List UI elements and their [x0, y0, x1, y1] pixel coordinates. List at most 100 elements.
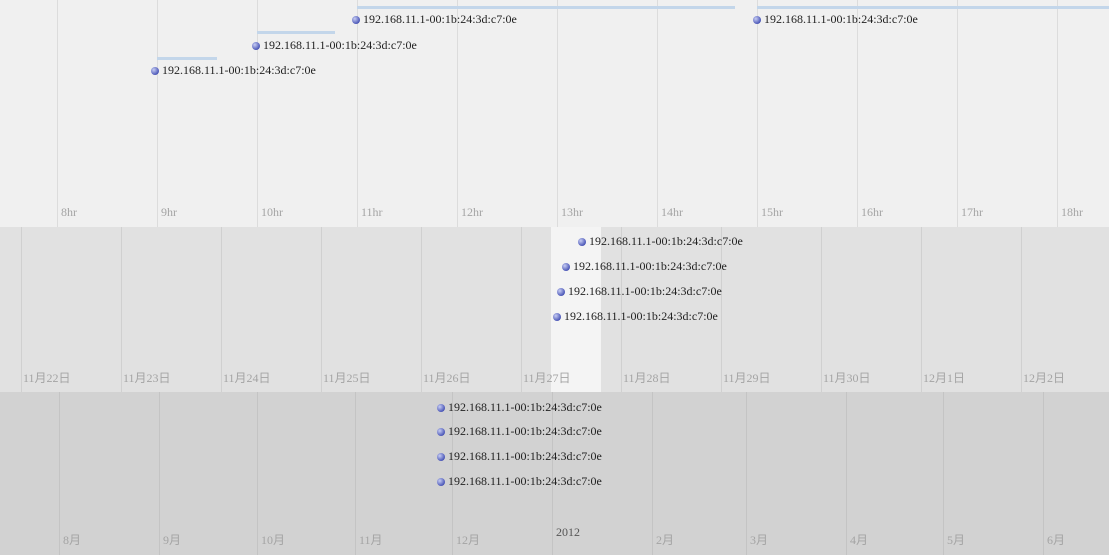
grid-line	[957, 0, 958, 227]
event-dot-icon	[553, 313, 561, 321]
grid-line	[846, 392, 847, 555]
grid-line	[1057, 0, 1058, 227]
timeline-band-hours[interactable]: 8hr 9hr 10hr 11hr 12hr 13hr 14hr 15hr 16…	[0, 0, 1109, 227]
hour-tick-label: 11hr	[361, 205, 383, 219]
grid-line	[59, 392, 60, 555]
event-dot-icon	[437, 478, 445, 486]
hour-tick-label: 17hr	[961, 205, 983, 219]
grid-line	[721, 227, 722, 392]
grid-line	[1021, 227, 1022, 392]
event-duration-bar	[357, 6, 735, 9]
event-dot-icon	[352, 16, 360, 24]
grid-line	[221, 227, 222, 392]
grid-line	[457, 0, 458, 227]
day-tick-label: 11月26日	[423, 371, 471, 385]
hour-tick-label: 12hr	[461, 205, 483, 219]
day-tick-label: 11月27日	[523, 371, 571, 385]
grid-line	[821, 227, 822, 392]
month-tick-label: 8月	[63, 533, 82, 547]
grid-line	[157, 0, 158, 227]
timeline-event[interactable]: 192.168.11.1-00:1b:24:3d:c7:0e	[352, 12, 517, 27]
event-label: 192.168.11.1-00:1b:24:3d:c7:0e	[448, 424, 602, 438]
grid-line	[521, 227, 522, 392]
event-label: 192.168.11.1-00:1b:24:3d:c7:0e	[589, 234, 743, 248]
day-tick-label: 11月29日	[723, 371, 771, 385]
grid-line	[1043, 392, 1044, 555]
month-tick-label: 4月	[850, 533, 869, 547]
event-dot-icon	[753, 16, 761, 24]
grid-line	[857, 0, 858, 227]
timeline-event[interactable]: 192.168.11.1-00:1b:24:3d:c7:0e	[578, 234, 743, 249]
day-tick-label: 12月2日	[1023, 371, 1066, 385]
event-label: 192.168.11.1-00:1b:24:3d:c7:0e	[162, 63, 316, 77]
event-dot-icon	[252, 42, 260, 50]
month-tick-label: 10月	[261, 533, 286, 547]
timeline-event[interactable]: 192.168.11.1-00:1b:24:3d:c7:0e	[437, 400, 602, 415]
grid-line	[746, 392, 747, 555]
event-dot-icon	[437, 428, 445, 436]
event-dot-icon	[578, 238, 586, 246]
hour-tick-label: 18hr	[1061, 205, 1083, 219]
year-label: 2012	[556, 525, 580, 539]
hour-tick-label: 13hr	[561, 205, 583, 219]
event-label: 192.168.11.1-00:1b:24:3d:c7:0e	[448, 400, 602, 414]
grid-line	[943, 392, 944, 555]
event-label: 192.168.11.1-00:1b:24:3d:c7:0e	[448, 449, 602, 463]
hour-tick-label: 14hr	[661, 205, 683, 219]
timeline-event[interactable]: 192.168.11.1-00:1b:24:3d:c7:0e	[151, 63, 316, 78]
day-tick-label: 11月25日	[323, 371, 371, 385]
grid-line	[421, 227, 422, 392]
month-tick-label: 5月	[947, 533, 966, 547]
event-duration-bar	[257, 31, 335, 34]
timeline-event[interactable]: 192.168.11.1-00:1b:24:3d:c7:0e	[553, 309, 718, 324]
day-tick-label: 11月24日	[223, 371, 271, 385]
event-dot-icon	[562, 263, 570, 271]
timeline-event[interactable]: 192.168.11.1-00:1b:24:3d:c7:0e	[252, 38, 417, 53]
month-tick-label: 11月	[359, 533, 383, 547]
grid-line	[159, 392, 160, 555]
grid-line	[657, 0, 658, 227]
event-label: 192.168.11.1-00:1b:24:3d:c7:0e	[448, 474, 602, 488]
event-dot-icon	[437, 453, 445, 461]
hour-tick-label: 10hr	[261, 205, 283, 219]
month-tick-label: 12月	[456, 533, 481, 547]
timeline-event[interactable]: 192.168.11.1-00:1b:24:3d:c7:0e	[437, 424, 602, 439]
timeline-band-days[interactable]: 11月22日 11月23日 11月24日 11月25日 11月26日 11月27…	[0, 227, 1109, 392]
month-tick-label: 3月	[750, 533, 769, 547]
event-dot-icon	[151, 67, 159, 75]
timeline-event[interactable]: 192.168.11.1-00:1b:24:3d:c7:0e	[557, 284, 722, 299]
grid-line	[57, 0, 58, 227]
grid-line	[355, 392, 356, 555]
timeline-event[interactable]: 192.168.11.1-00:1b:24:3d:c7:0e	[437, 474, 602, 489]
grid-line	[257, 392, 258, 555]
day-tick-label: 11月23日	[123, 371, 171, 385]
month-tick-label: 2月	[656, 533, 675, 547]
day-tick-label: 11月22日	[23, 371, 71, 385]
event-label: 192.168.11.1-00:1b:24:3d:c7:0e	[764, 12, 918, 26]
event-duration-bar	[757, 6, 1109, 9]
grid-line	[121, 227, 122, 392]
day-tick-label: 11月30日	[823, 371, 871, 385]
event-duration-bar	[157, 57, 217, 60]
event-label: 192.168.11.1-00:1b:24:3d:c7:0e	[568, 284, 722, 298]
grid-line	[21, 227, 22, 392]
grid-line	[921, 227, 922, 392]
hour-tick-label: 8hr	[61, 205, 77, 219]
timeline-band-months[interactable]: 8月 9月 10月 11月 12月 2012 2月 3月 4月 5月 6月 19…	[0, 392, 1109, 555]
grid-line	[757, 0, 758, 227]
event-dot-icon	[557, 288, 565, 296]
grid-line	[357, 0, 358, 227]
month-tick-label: 6月	[1047, 533, 1066, 547]
hour-tick-label: 15hr	[761, 205, 783, 219]
event-label: 192.168.11.1-00:1b:24:3d:c7:0e	[564, 309, 718, 323]
hour-tick-label: 9hr	[161, 205, 177, 219]
hour-tick-label: 16hr	[861, 205, 883, 219]
event-label: 192.168.11.1-00:1b:24:3d:c7:0e	[573, 259, 727, 273]
timeline-event[interactable]: 192.168.11.1-00:1b:24:3d:c7:0e	[562, 259, 727, 274]
event-label: 192.168.11.1-00:1b:24:3d:c7:0e	[363, 12, 517, 26]
month-tick-label: 9月	[163, 533, 182, 547]
timeline-event[interactable]: 192.168.11.1-00:1b:24:3d:c7:0e	[753, 12, 918, 27]
timeline-event[interactable]: 192.168.11.1-00:1b:24:3d:c7:0e	[437, 449, 602, 464]
day-tick-label: 11月28日	[623, 371, 671, 385]
grid-line	[557, 0, 558, 227]
